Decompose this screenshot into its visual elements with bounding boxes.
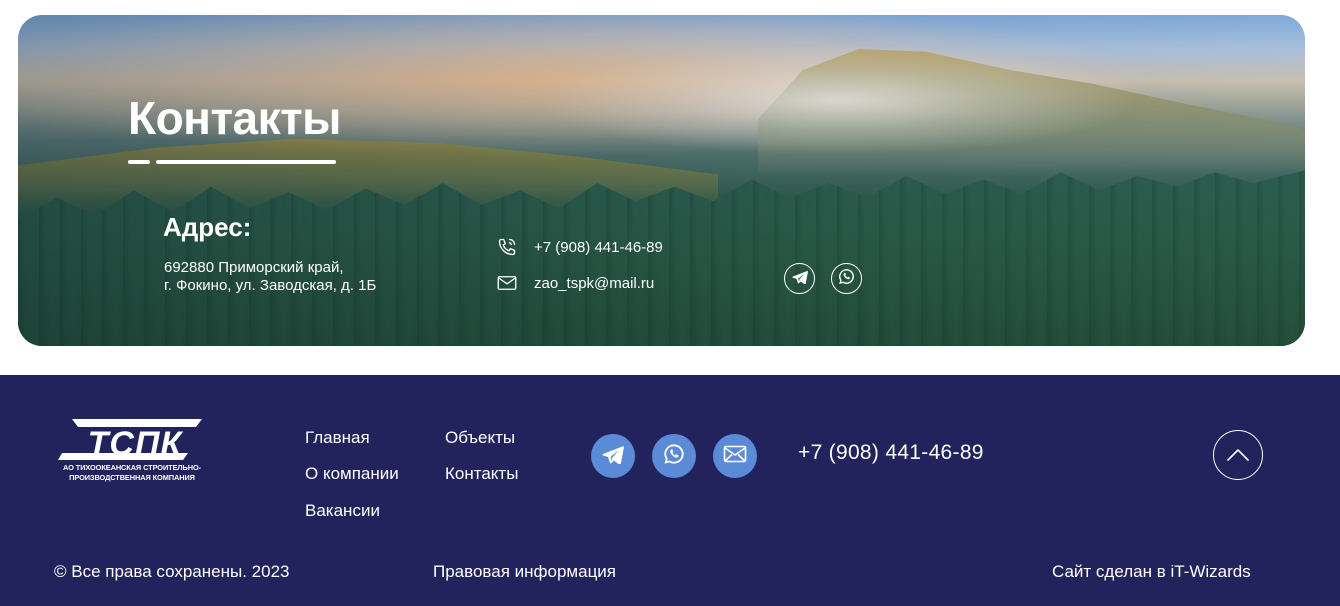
footer-nav-objects[interactable]: Объекты xyxy=(445,428,515,448)
whatsapp-icon xyxy=(838,268,855,289)
footer-phone[interactable]: +7 (908) 441-46-89 xyxy=(798,441,984,465)
banner-shade xyxy=(18,15,1305,346)
logo-caption-line-1: АО ТИХООКЕАНСКАЯ СТРОИТЕЛЬНО- xyxy=(63,463,201,472)
footer-nav-jobs[interactable]: Вакансии xyxy=(305,501,380,521)
footer-nav-about[interactable]: О компании xyxy=(305,464,399,484)
title-underline-long xyxy=(156,160,336,164)
copyright-text: © Все права сохранены. 2023 xyxy=(54,562,290,581)
contacts-banner: Контакты Адрес: 692880 Приморский край, … xyxy=(18,15,1305,346)
logo-mark: ТСПК xyxy=(58,419,202,463)
chevron-up-icon xyxy=(1227,446,1249,465)
address-line-2: г. Фокино, ул. Заводская, д. 1Б xyxy=(164,277,377,294)
telegram-link[interactable] xyxy=(784,263,815,294)
envelope-icon xyxy=(723,445,747,467)
address-line-1: 692880 Приморский край, xyxy=(164,259,344,276)
envelope-icon xyxy=(496,272,518,294)
address-heading: Адрес: xyxy=(163,212,252,242)
page-title: Контакты xyxy=(128,92,341,144)
title-underline-short xyxy=(128,160,150,164)
footer-nav-main[interactable]: Главная xyxy=(305,428,370,448)
made-by-link[interactable]: Сайт сделан в iT-Wizards xyxy=(1052,562,1251,582)
footer-whatsapp-button[interactable] xyxy=(652,434,696,478)
whatsapp-icon xyxy=(663,443,685,469)
telegram-icon xyxy=(602,445,624,468)
footer-nav-contacts[interactable]: Контакты xyxy=(445,464,518,484)
logo-caption-line-2: ПРОИЗВОДСТВЕННАЯ КОМПАНИЯ xyxy=(69,473,195,482)
site-footer: ТСПК АО ТИХООКЕАНСКАЯ СТРОИТЕЛЬНО- ПРОИЗ… xyxy=(0,375,1340,606)
whatsapp-link[interactable] xyxy=(831,263,862,294)
logo-caption: АО ТИХООКЕАНСКАЯ СТРОИТЕЛЬНО- ПРОИЗВОДСТ… xyxy=(52,463,212,483)
contact-email-text: zao_tspk@mail.ru xyxy=(534,274,655,292)
legal-info-link[interactable]: Правовая информация xyxy=(433,562,616,582)
telegram-icon xyxy=(791,269,808,288)
phone-icon xyxy=(496,236,518,258)
contact-email[interactable]: zao_tspk@mail.ru xyxy=(496,272,654,294)
contact-phone[interactable]: +7 (908) 441-46-89 xyxy=(496,236,663,258)
contact-phone-text: +7 (908) 441-46-89 xyxy=(534,238,663,256)
scroll-to-top-button[interactable] xyxy=(1213,430,1263,480)
footer-email-button[interactable] xyxy=(713,434,757,478)
footer-telegram-button[interactable] xyxy=(591,434,635,478)
